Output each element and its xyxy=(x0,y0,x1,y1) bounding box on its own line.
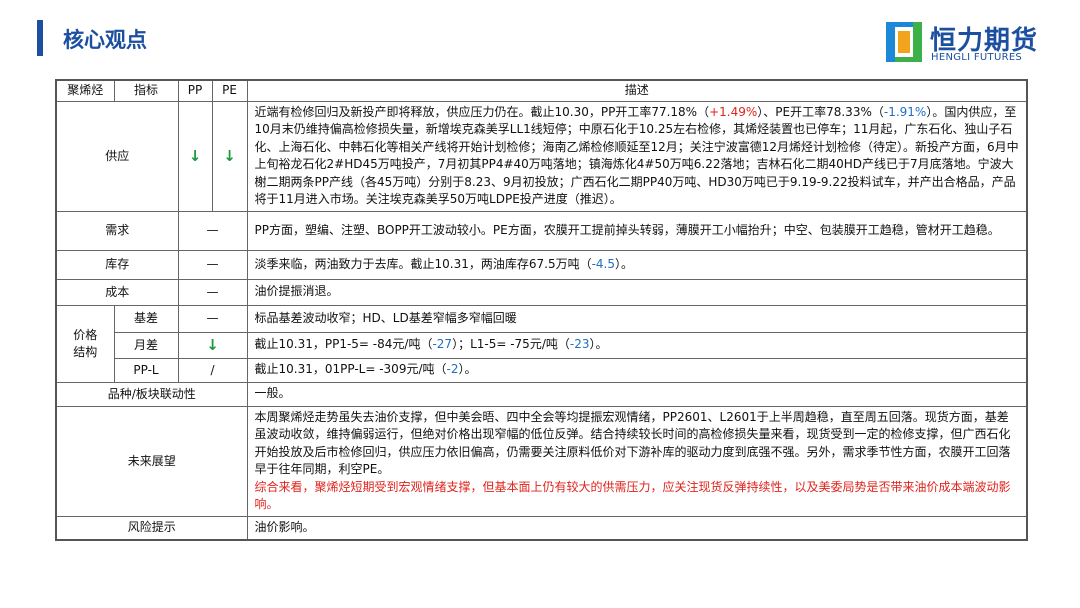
desc-text: 近端有检修回归及新投产即将释放，供应压力仍在。截止10.30，PP开工率77.1… xyxy=(254,104,710,119)
table-row-linkage: 品种/板块联动性 一般。 xyxy=(55,381,1028,407)
sub-label: 基差 xyxy=(113,304,179,333)
table-row-risk: 风险提示 油价影响。 xyxy=(55,515,1028,541)
core-view-table: 聚烯烃 指标 PP PE 描述 供应 ↓ ↓ 近端有检修回归及新投产即将释放，供… xyxy=(55,79,1028,541)
table-header-row: 聚烯烃 指标 PP PE 描述 xyxy=(55,79,1028,102)
desc-text: ）。 xyxy=(458,362,477,377)
header-description: 描述 xyxy=(246,79,1028,102)
company-logo: 恒力期货 HENGLI FUTURES xyxy=(886,22,1051,66)
table-row-month-spread: 月差 ↓ 截止10.31，PP1-5= -84元/吨（-27）；L1-5= -7… xyxy=(56,331,1028,359)
logo-mark-icon xyxy=(886,22,922,62)
price-structure-label: 价格结构 xyxy=(55,304,115,383)
row-description: 标品基差波动收窄；HD、LD基差窄幅多窄幅回暖 xyxy=(246,304,1028,333)
header-pe: PE xyxy=(211,79,248,102)
desc-text: 截止10.31，01PP-L= -309元/吨（ xyxy=(254,362,447,377)
header-pp: PP xyxy=(177,79,213,102)
logo-text-en: HENGLI FUTURES xyxy=(931,52,1023,63)
desc-text: ）。 xyxy=(589,337,608,352)
row-description: PP方面，塑编、注塑、BOPP开工波动较小。PE方面，农膜开工提前掉头转弱，薄膜… xyxy=(246,210,1028,251)
row-description: 油价影响。 xyxy=(246,515,1028,541)
row-label: 成本 xyxy=(55,278,179,306)
row-label: 库存 xyxy=(55,249,179,280)
desc-text: 本周聚烯烃走势虽失去油价支撑，但中美会晤、四中全会等均提振宏观情绪，PP2601… xyxy=(254,409,1011,477)
desc-text: ）。 xyxy=(615,256,634,271)
neutral-indicator: — xyxy=(177,249,248,280)
neutral-indicator: — xyxy=(177,210,248,251)
conclusion-text: 综合来看，聚烯烃短期受到宏观情绪支撑，但基本面上仍有较大的供需压力，应关注现货反… xyxy=(254,479,1011,512)
title-accent-bar xyxy=(37,20,43,56)
row-description: 截止10.31，01PP-L= -309元/吨（-2）。 xyxy=(246,357,1028,383)
sub-label: PP-L xyxy=(113,357,179,383)
table-row-supply: 供应 ↓ ↓ 近端有检修回归及新投产即将释放，供应压力仍在。截止10.30，PP… xyxy=(55,100,1028,212)
page-title: 核心观点 xyxy=(63,28,147,52)
header-category: 聚烯烃 xyxy=(55,79,115,102)
table-row-pp-l: PP-L / 截止10.31，01PP-L= -309元/吨（-2）。 xyxy=(56,357,1028,383)
neutral-indicator: — xyxy=(177,304,248,333)
l-change: -23 xyxy=(569,337,590,352)
pe-change: -1.91% xyxy=(883,104,927,119)
pp-down-arrow-icon: ↓ xyxy=(177,100,213,212)
desc-text: ）。国内供应，至10月末仍维持偏高检修损失量，新增埃克森美孚LL1线短停；中原石… xyxy=(254,104,1019,207)
table-row-outlook: 未来展望 本周聚烯烃走势虽失去油价支撑，但中美会晤、四中全会等均提振宏观情绪，P… xyxy=(55,405,1028,517)
inventory-change: -4.5 xyxy=(591,256,615,271)
row-description: 本周聚烯烃走势虽失去油价支撑，但中美会晤、四中全会等均提振宏观情绪，PP2601… xyxy=(246,405,1028,517)
neutral-indicator: / xyxy=(177,357,248,383)
table-row-demand: 需求 — PP方面，塑编、注塑、BOPP开工波动较小。PE方面，农膜开工提前掉头… xyxy=(55,210,1028,251)
row-label: 需求 xyxy=(55,210,179,251)
sub-label: 月差 xyxy=(113,331,179,359)
pp-change: +1.49% xyxy=(709,104,758,119)
desc-text: ）；L1-5= -75元/吨（ xyxy=(452,337,570,352)
row-label: 风险提示 xyxy=(55,515,248,541)
row-description: 油价提振消退。 xyxy=(246,278,1028,306)
table-row-basis: 价格结构 基差 — 标品基差波动收窄；HD、LD基差窄幅多窄幅回暖 xyxy=(55,304,1028,383)
row-description: 近端有检修回归及新投产即将释放，供应压力仍在。截止10.30，PP开工率77.1… xyxy=(246,100,1028,212)
row-label: 供应 xyxy=(55,100,179,212)
desc-text: 截止10.31，PP1-5= -84元/吨（ xyxy=(254,337,433,352)
down-arrow-icon: ↓ xyxy=(177,331,248,359)
desc-text: 淡季来临，两油致力于去库。截止10.31，两油库存67.5万吨（ xyxy=(254,256,592,271)
header-indicator: 指标 xyxy=(113,79,179,102)
table-row-inventory: 库存 — 淡季来临，两油致力于去库。截止10.31，两油库存67.5万吨（-4.… xyxy=(55,249,1028,280)
neutral-indicator: — xyxy=(177,278,248,306)
row-description: 淡季来临，两油致力于去库。截止10.31，两油库存67.5万吨（-4.5）。 xyxy=(246,249,1028,280)
row-description: 截止10.31，PP1-5= -84元/吨（-27）；L1-5= -75元/吨（… xyxy=(246,331,1028,359)
row-label: 未来展望 xyxy=(55,405,248,517)
row-label: 品种/板块联动性 xyxy=(55,381,248,407)
pp-change: -27 xyxy=(432,337,453,352)
table-row-cost: 成本 — 油价提振消退。 xyxy=(55,278,1028,306)
row-description: 一般。 xyxy=(246,381,1028,407)
pe-down-arrow-icon: ↓ xyxy=(211,100,248,212)
ppl-change: -2 xyxy=(446,362,459,377)
desc-text: ）、PE开工率78.33%（ xyxy=(757,104,884,119)
